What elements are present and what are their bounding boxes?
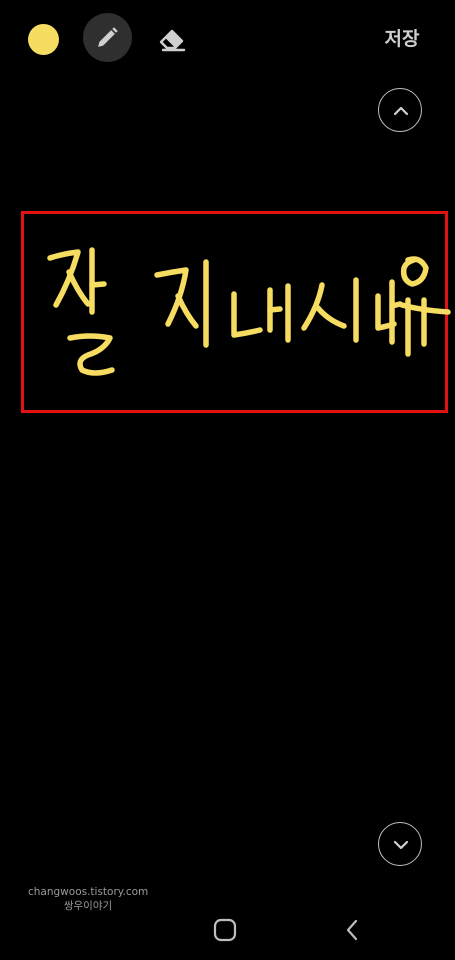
handwritten-text [47,247,451,376]
nav-home-button[interactable] [212,917,238,943]
back-chevron-icon [346,919,358,941]
home-square-icon [213,918,237,942]
scroll-down-button[interactable] [378,822,422,866]
chevron-down-icon [393,840,409,850]
nav-back-button[interactable] [340,917,366,943]
watermark-url: changwoos.tistory.com [28,886,149,898]
